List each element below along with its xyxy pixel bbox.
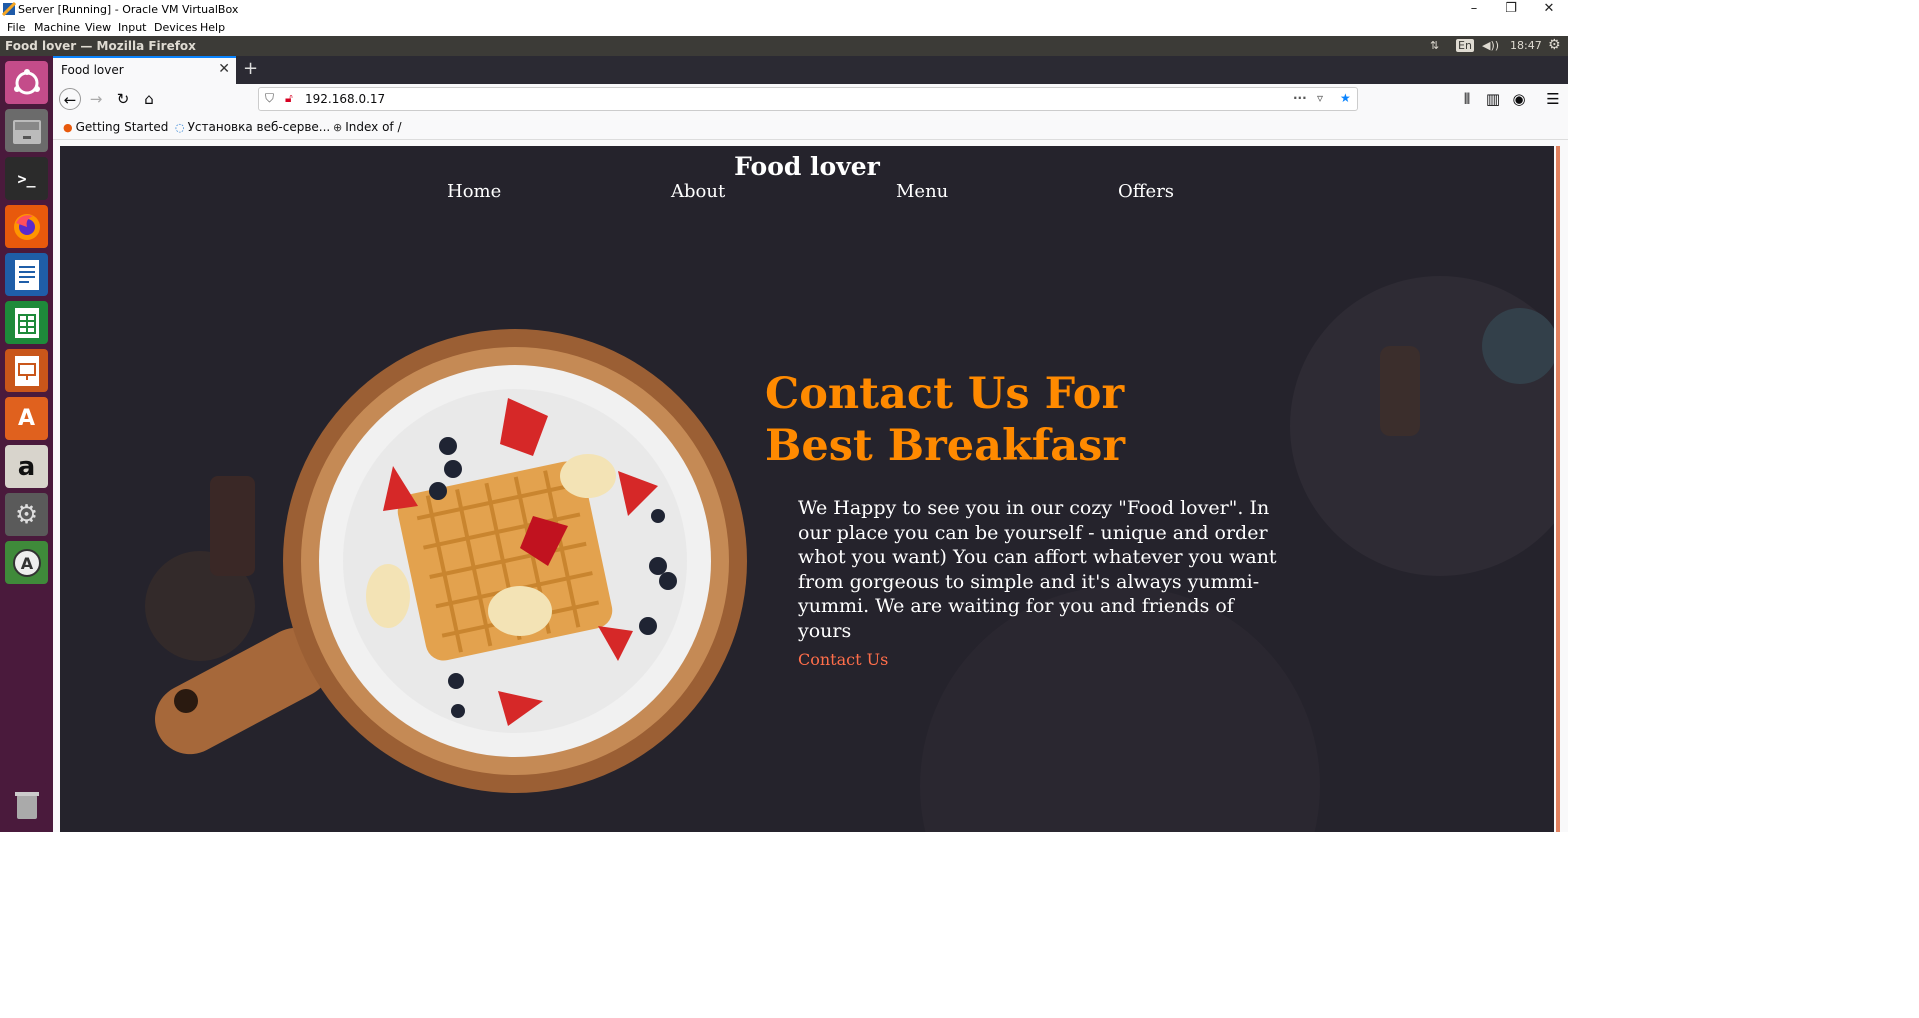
ubuntu-top-panel: Food lover — Mozilla Firefox ⇅ En ◀)) 18… [0, 36, 1568, 56]
volume-icon[interactable]: ◀)) [1482, 39, 1499, 52]
menu-machine[interactable]: Machine [34, 21, 80, 34]
svg-text:A: A [20, 554, 33, 573]
reload-icon[interactable]: ↻ [112, 88, 134, 110]
bookmarks-toolbar: ● Getting Started ◌ Установка веб-серве...… [53, 114, 1568, 140]
menu-view[interactable]: View [85, 21, 111, 34]
presentation-icon [5, 349, 48, 392]
bookmark-label: Установка веб-серве... [187, 120, 331, 134]
navigation-toolbar: ← → ↻ ⌂ ⛉ 🔓︎ 192.168.0.17 ··· ▿ ★ ⫴ ▥ ◉ … [53, 84, 1568, 114]
writer-launcher[interactable] [5, 253, 48, 296]
virtualbox-icon [2, 2, 16, 16]
globe-icon: ⊕ [333, 121, 343, 134]
sidebar-icon[interactable]: ▥ [1482, 88, 1504, 110]
hero-heading: Contact Us For Best Breakfasr [765, 368, 1125, 472]
tab-food-lover[interactable]: Food lover ✕ [53, 56, 236, 84]
url-bar[interactable]: ⛉ 🔓︎ 192.168.0.17 ··· ▿ ★ [258, 87, 1358, 111]
waffle-plate-image [155, 329, 747, 793]
amazon-launcher[interactable]: a [5, 445, 48, 488]
clock[interactable]: 18:47 [1510, 39, 1542, 52]
vbox-menubar: File Machine View Input Devices Help [0, 19, 1568, 36]
trash-icon [5, 783, 48, 826]
menu-input[interactable]: Input [118, 21, 146, 34]
back-arrow-icon[interactable]: ← [59, 88, 81, 110]
impress-launcher[interactable] [5, 349, 48, 392]
spreadsheet-icon [5, 301, 48, 344]
page-actions-icon[interactable]: ··· [1293, 91, 1307, 105]
hamburger-menu-icon[interactable]: ☰ [1542, 88, 1564, 110]
hero-line-1: Contact Us For [765, 369, 1125, 419]
nav-home[interactable]: Home [447, 181, 501, 202]
trash-launcher[interactable] [5, 783, 48, 826]
document-icon [5, 253, 48, 296]
tab-bar: Food lover ✕ + [53, 56, 1568, 84]
file-cabinet-icon [5, 109, 48, 152]
firefox-icon: ● [63, 121, 73, 134]
minimize-button[interactable]: – [1455, 0, 1493, 19]
insecure-lock-icon[interactable]: 🔓︎ [285, 91, 293, 106]
nav-offers[interactable]: Offers [1118, 181, 1174, 202]
vbox-title: Server [Running] - Oracle VM VirtualBox [18, 3, 239, 16]
ubuntu-launcher: >_ A a ⚙ A [0, 56, 53, 832]
network-icon[interactable]: ⇅ [1430, 39, 1439, 52]
webpage: Food lover Home About Menu Offers Contac… [60, 146, 1554, 832]
nav-about[interactable]: About [671, 181, 725, 202]
restore-button[interactable]: ❐ [1492, 0, 1530, 19]
terminal-icon: >_ [17, 169, 36, 188]
bookmark-getting-started[interactable]: ● Getting Started [63, 120, 168, 134]
pocket-icon[interactable]: ▿ [1317, 91, 1323, 105]
firefox-launcher[interactable] [5, 205, 48, 248]
home-icon[interactable]: ⌂ [138, 88, 160, 110]
new-tab-button[interactable]: + [243, 58, 258, 79]
bookmark-index[interactable]: ⊕ Index of / [333, 120, 402, 134]
tab-label: Food lover [61, 63, 124, 77]
bookmark-label: Getting Started [75, 120, 169, 134]
hero-description: We Happy to see you in our cozy "Food lo… [798, 497, 1277, 642]
page-scrollbar[interactable] [1556, 146, 1560, 832]
calc-launcher[interactable] [5, 301, 48, 344]
keyboard-lang-indicator[interactable]: En [1456, 39, 1474, 52]
menu-help[interactable]: Help [200, 21, 225, 34]
menu-devices[interactable]: Devices [154, 21, 197, 34]
site-title: Food lover [734, 152, 880, 181]
tools-icon: ⚙ [14, 499, 39, 530]
firefox-icon [5, 205, 48, 248]
loading-icon: ◌ [175, 121, 185, 134]
files-launcher[interactable] [5, 109, 48, 152]
nav-menu[interactable]: Menu [896, 181, 948, 202]
terminal-launcher[interactable]: >_ [5, 157, 48, 200]
updater-icon: A [5, 541, 48, 584]
system-settings-launcher[interactable]: ⚙ [5, 493, 48, 536]
bookmark-installation[interactable]: ◌ Установка веб-серве... [175, 120, 330, 134]
contact-us-link[interactable]: Contact Us [798, 650, 888, 669]
amazon-icon: a [17, 451, 36, 482]
software-center-launcher[interactable]: A [5, 397, 48, 440]
tab-close-icon[interactable]: ✕ [218, 61, 230, 77]
bookmark-label: Index of / [345, 120, 402, 134]
shield-icon[interactable]: ⛉ [265, 91, 274, 106]
menu-file[interactable]: File [7, 21, 25, 34]
ubuntu-dash-button[interactable] [5, 61, 48, 104]
vbox-title-bar: Server [Running] - Oracle VM VirtualBox … [0, 0, 1568, 19]
window-title: Food lover — Mozilla Firefox [5, 39, 196, 53]
shopping-bag-icon: A [17, 406, 36, 431]
close-button[interactable]: ✕ [1530, 0, 1568, 19]
forward-arrow-icon[interactable]: → [85, 88, 107, 110]
settings-gear-icon[interactable]: ⚙ [1548, 37, 1561, 53]
ubuntu-logo-icon [5, 61, 48, 104]
software-updater-launcher[interactable]: A [5, 541, 48, 584]
hero-line-2: Best Breakfasr [765, 421, 1125, 471]
library-icon[interactable]: ⫴ [1456, 88, 1478, 110]
bookmark-star-icon[interactable]: ★ [1340, 91, 1351, 105]
url-text[interactable]: 192.168.0.17 [305, 92, 385, 106]
account-icon[interactable]: ◉ [1508, 88, 1530, 110]
